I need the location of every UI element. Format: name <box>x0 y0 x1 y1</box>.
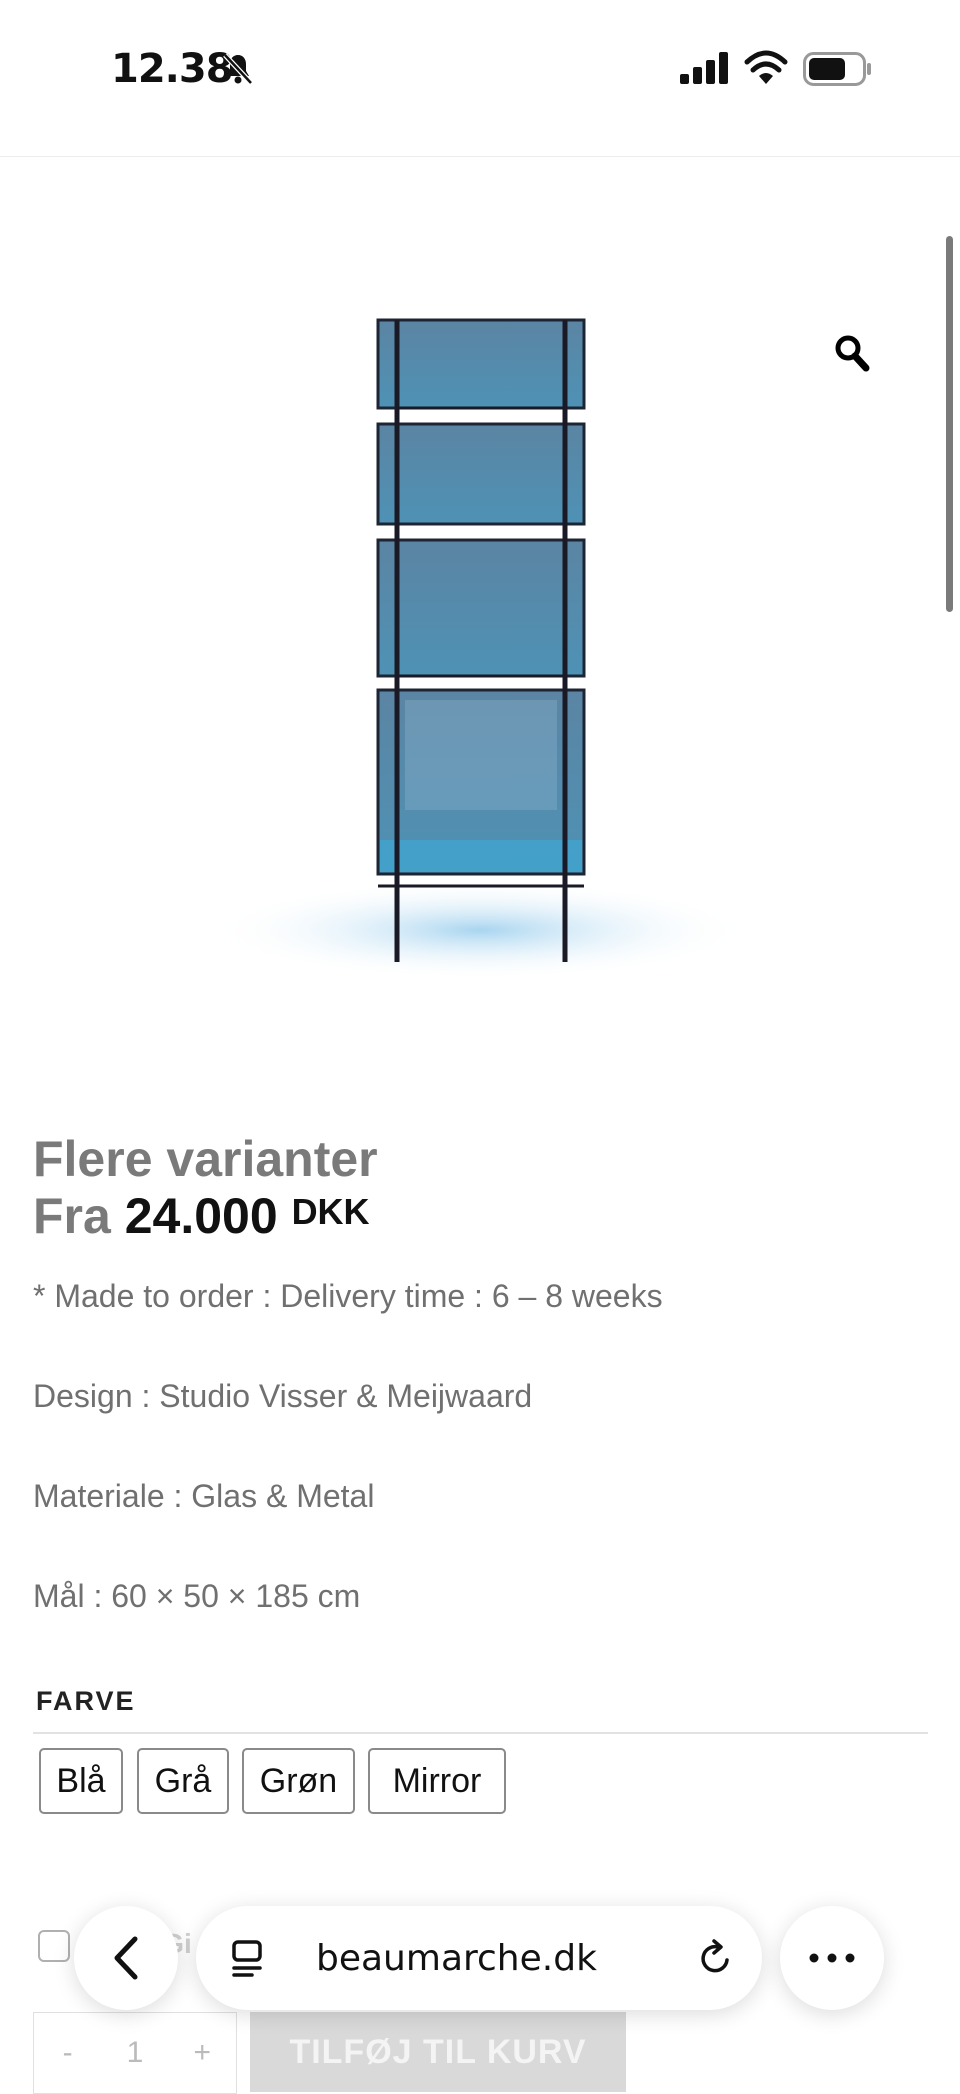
detail-dimensions: Mål : 60 × 50 × 185 cm <box>33 1578 361 1614</box>
product-image[interactable] <box>190 290 770 1000</box>
quantity-stepper[interactable]: - 1 + <box>33 2012 237 2094</box>
wifi-icon <box>744 50 788 84</box>
divider <box>33 1732 928 1734</box>
silent-bell-icon <box>223 53 253 85</box>
variant-option-mirror[interactable]: Mirror <box>368 1748 506 1814</box>
variant-option-blaa[interactable]: Blå <box>39 1748 123 1814</box>
qty-value[interactable]: 1 <box>101 2036 168 2070</box>
status-bar: 12.38 <box>0 0 960 157</box>
gift-checkbox[interactable] <box>38 1930 70 1962</box>
cellular-signal-icon <box>680 52 728 84</box>
more-options-button[interactable] <box>780 1906 884 2010</box>
detail-material: Materiale : Glas & Metal <box>33 1478 375 1514</box>
variant-option-groen[interactable]: Grøn <box>242 1748 355 1814</box>
page-scrollbar[interactable] <box>946 236 953 612</box>
battery-icon <box>803 52 871 86</box>
address-bar[interactable]: beaumarche.dk <box>196 1906 762 2010</box>
zoom-icon[interactable] <box>834 334 870 372</box>
chevron-left-icon <box>114 1936 138 1980</box>
price-amount: 24.000 <box>124 1188 278 1244</box>
qty-increase-button[interactable]: + <box>169 2036 236 2070</box>
back-button[interactable] <box>74 1906 178 2010</box>
variant-label: FARVE <box>36 1686 136 1716</box>
product-title: Flere varianter <box>33 1131 378 1187</box>
reload-icon[interactable] <box>696 1938 734 1978</box>
tabs-icon[interactable] <box>230 1938 266 1978</box>
detail-delivery: * Made to order : Delivery time : 6 – 8 … <box>33 1278 663 1314</box>
price-currency: DKK <box>291 1191 370 1232</box>
price-prefix: Fra <box>33 1188 111 1244</box>
url-text[interactable]: beaumarche.dk <box>316 1938 597 1979</box>
ellipsis-icon <box>809 1953 855 1963</box>
variant-option-graa[interactable]: Grå <box>137 1748 229 1814</box>
add-to-cart-button[interactable]: TILFØJ TIL KURV <box>250 2012 626 2092</box>
detail-design: Design : Studio Visser & Meijwaard <box>33 1378 533 1414</box>
product-price: Fra 24.000 DKK <box>33 1186 370 1246</box>
qty-decrease-button[interactable]: - <box>34 2036 101 2070</box>
status-time: 12.38 <box>111 46 234 92</box>
